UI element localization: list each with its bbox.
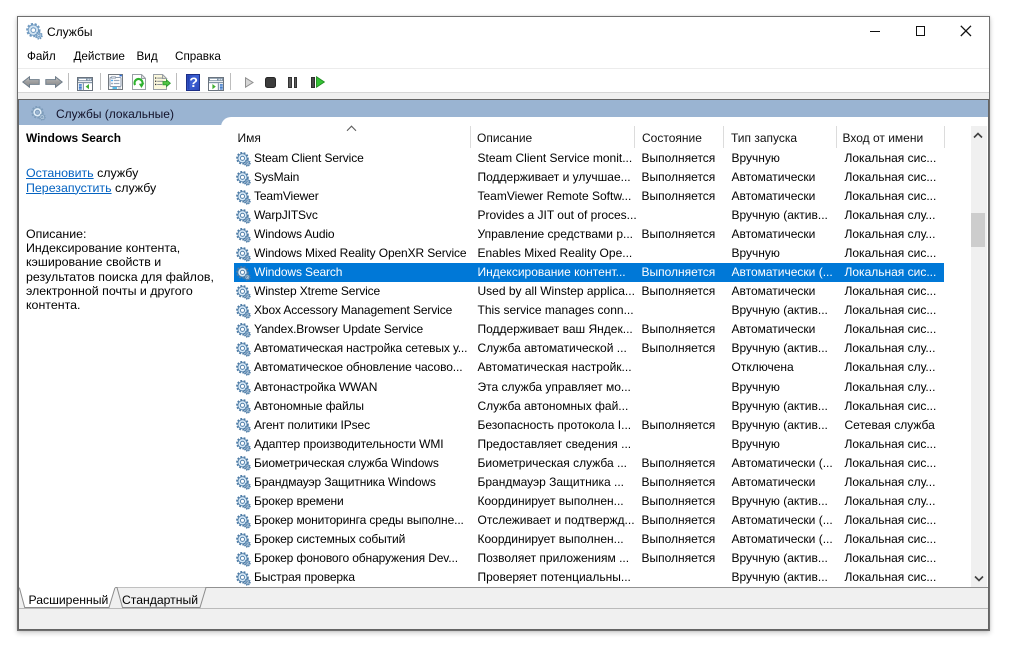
svg-text:?: ? [189, 74, 198, 90]
